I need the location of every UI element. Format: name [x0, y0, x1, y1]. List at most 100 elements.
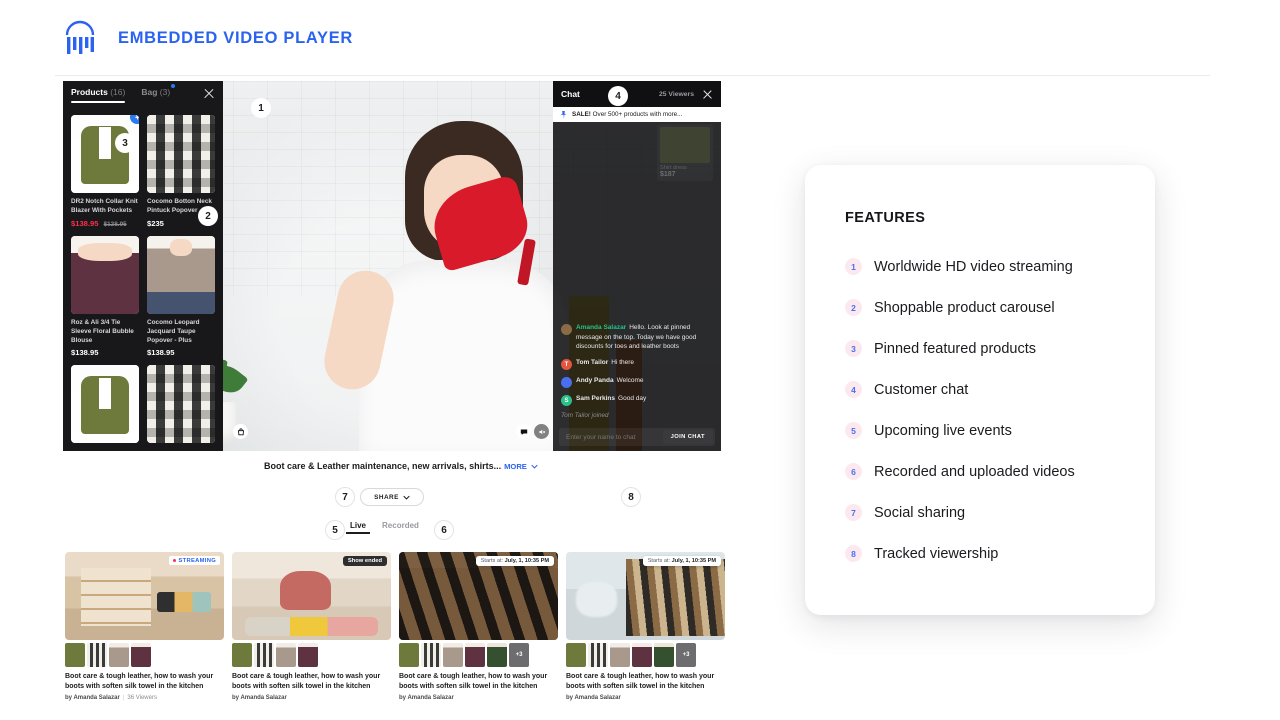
- product-thumb[interactable]: [465, 643, 485, 667]
- close-icon[interactable]: [702, 89, 713, 100]
- join-chat-button[interactable]: JOIN CHAT: [663, 430, 713, 444]
- feature-item-6: 6 Recorded and uploaded videos: [845, 451, 1155, 492]
- status-badge: STREAMING: [169, 556, 220, 565]
- video-thumbnail[interactable]: Starts at: July, 1, 10:35 PM: [566, 552, 725, 640]
- product-image: [71, 236, 139, 314]
- chat-author: Amanda Salazar: [576, 324, 626, 331]
- tab-live[interactable]: Live: [350, 521, 366, 534]
- chat-message: S Sam PerkinsGood day: [561, 394, 713, 406]
- chat-panel[interactable]: Chat 25 Viewers SALE! Over 500+ products…: [553, 81, 721, 451]
- product-thumb[interactable]: [131, 643, 151, 667]
- close-icon[interactable]: [203, 88, 215, 100]
- product-thumb[interactable]: [399, 643, 419, 667]
- product-card[interactable]: [71, 365, 139, 443]
- tab-products[interactable]: Products (16): [71, 87, 125, 103]
- feature-label: Shoppable product carousel: [874, 300, 1055, 316]
- product-name: Roz & Ali 3/4 Tie Sleeve Floral Bubble B…: [71, 318, 139, 346]
- video-thumbnail[interactable]: STREAMING: [65, 552, 224, 640]
- starts-at-prefix: Starts at:: [648, 558, 670, 564]
- product-thumb[interactable]: [109, 643, 129, 667]
- feature-item-4: 4 Customer chat: [845, 369, 1155, 410]
- product-thumb[interactable]: [632, 643, 652, 667]
- status-badge: Starts at: July, 1, 10:35 PM: [643, 556, 721, 566]
- product-thumb[interactable]: [610, 643, 630, 667]
- overlay-product-card: Shirt dress $187: [657, 124, 713, 181]
- product-card[interactable]: [147, 365, 215, 443]
- video-card-title: Boot care & tough leather, how to wash y…: [232, 672, 391, 692]
- feature-number: 8: [845, 545, 862, 562]
- product-name: DR2 Notch Collar Knit Blazer With Pocket…: [71, 197, 139, 216]
- video-thumbnail[interactable]: Starts at: July, 1, 10:35 PM: [399, 552, 558, 640]
- feature-label: Customer chat: [874, 382, 968, 398]
- chat-message-text: Amanda SalazarHello. Look at pinned mess…: [576, 323, 713, 352]
- brand-title: EMBEDDED VIDEO PLAYER: [118, 29, 353, 48]
- video-card-author: by Amanda Salazar: [399, 695, 454, 701]
- live-dot-icon: [173, 559, 176, 562]
- product-thumb[interactable]: [65, 643, 85, 667]
- product-thumb[interactable]: [276, 643, 296, 667]
- video-card-meta: by Amanda Salazar: [566, 695, 725, 701]
- feature-label: Recorded and uploaded videos: [874, 464, 1075, 480]
- video-card-title: Boot care & tough leather, how to wash y…: [566, 672, 725, 692]
- product-thumb-strip: +3: [566, 643, 725, 667]
- product-thumb[interactable]: [588, 643, 608, 667]
- video-card-author: by Amanda Salazar: [232, 695, 287, 701]
- pinned-message-text: SALE! Over 500+ products with more...: [572, 111, 682, 118]
- feature-number: 5: [845, 422, 862, 439]
- video-thumbnail[interactable]: Show ended: [232, 552, 391, 640]
- feature-label: Social sharing: [874, 505, 965, 521]
- video-card[interactable]: Starts at: July, 1, 10:35 PM +3 Boot car…: [566, 552, 725, 701]
- product-thumb-more[interactable]: +3: [509, 643, 529, 667]
- product-thumb[interactable]: [487, 643, 507, 667]
- chat-body-text: Hi there: [611, 359, 634, 366]
- avatar: [561, 324, 572, 335]
- share-button[interactable]: SHARE: [360, 488, 424, 506]
- chat-name-input[interactable]: [566, 434, 663, 441]
- video-card-author: by Amanda Salazar: [566, 695, 621, 701]
- chat-author: Sam Perkins: [576, 395, 615, 402]
- chat-bubble-icon[interactable]: [516, 424, 531, 439]
- tab-bag[interactable]: Bag (3): [141, 87, 170, 103]
- shopping-bag-icon[interactable]: [233, 424, 248, 439]
- product-thumb[interactable]: [87, 643, 107, 667]
- more-link[interactable]: MORE: [504, 462, 527, 471]
- product-thumb-more[interactable]: +3: [676, 643, 696, 667]
- feature-label: Upcoming live events: [874, 423, 1012, 439]
- product-thumb[interactable]: [566, 643, 586, 667]
- bar-chart-arch-logo-icon: [60, 18, 100, 58]
- product-card[interactable]: Cocomo Leopard Jacquard Taupe Popover - …: [147, 236, 215, 358]
- chat-viewer-count: 25 Viewers: [659, 91, 694, 98]
- product-thumb[interactable]: [254, 643, 274, 667]
- video-card-viewers: 36 Viewers: [127, 695, 157, 701]
- chat-message: T Tom TailorHi there: [561, 358, 713, 370]
- product-thumb[interactable]: [298, 643, 318, 667]
- video-card[interactable]: STREAMING Boot care & tough leather, how…: [65, 552, 224, 701]
- chat-body: Shirt dress $187 Amanda SalazarHello. Lo…: [553, 122, 721, 423]
- feature-label: Pinned featured products: [874, 341, 1036, 357]
- product-thumb-strip: [232, 643, 391, 667]
- product-thumb[interactable]: [443, 643, 463, 667]
- video-card-title: Boot care & tough leather, how to wash y…: [399, 672, 558, 692]
- feature-item-7: 7 Social sharing: [845, 492, 1155, 533]
- pin-icon: [560, 111, 567, 119]
- video-caption: Boot care & Leather maintenance, new arr…: [264, 461, 538, 471]
- product-card[interactable]: DR2 Notch Collar Knit Blazer With Pocket…: [71, 115, 139, 228]
- video-card[interactable]: Starts at: July, 1, 10:35 PM +3 Boot car…: [399, 552, 558, 701]
- product-thumb[interactable]: [654, 643, 674, 667]
- product-thumb[interactable]: [421, 643, 441, 667]
- tab-products-label: Products: [71, 87, 108, 97]
- products-panel[interactable]: Products (16) Bag (3) DR2 Notch Collar K…: [63, 81, 223, 451]
- video-card[interactable]: Show ended Boot care & tough leather, ho…: [232, 552, 391, 701]
- share-button-label: SHARE: [374, 494, 399, 501]
- mute-icon[interactable]: [534, 424, 549, 439]
- feature-number: 4: [845, 381, 862, 398]
- feature-item-8: 8 Tracked viewership: [845, 533, 1155, 574]
- feature-label: Tracked viewership: [874, 546, 998, 562]
- tab-bag-dot-icon: [171, 84, 175, 88]
- embedded-video-player[interactable]: Products (16) Bag (3) DR2 Notch Collar K…: [63, 81, 721, 451]
- chevron-down-icon[interactable]: [531, 464, 538, 469]
- product-thumb[interactable]: [232, 643, 252, 667]
- product-card[interactable]: Roz & Ali 3/4 Tie Sleeve Floral Bubble B…: [71, 236, 139, 358]
- tab-recorded[interactable]: Recorded: [382, 521, 419, 534]
- chat-input-row[interactable]: JOIN CHAT: [559, 428, 715, 446]
